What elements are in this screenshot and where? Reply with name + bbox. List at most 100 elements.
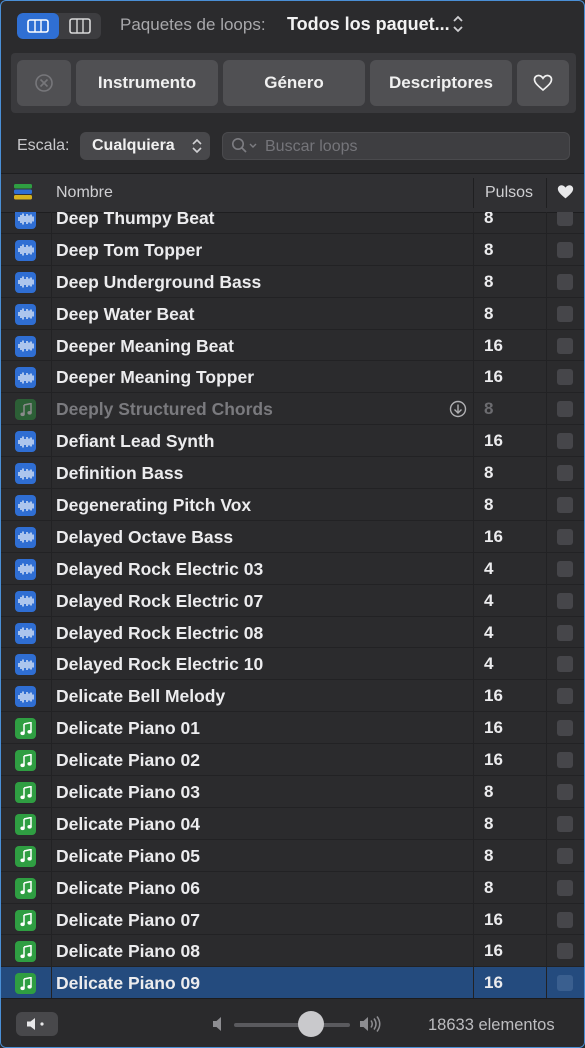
loop-row[interactable]: Deeper Meaning Topper 16 bbox=[1, 361, 584, 394]
loop-row[interactable]: Delayed Rock Electric 10 4 bbox=[1, 648, 584, 681]
column-divider bbox=[473, 178, 474, 208]
loop-beats: 16 bbox=[484, 718, 503, 738]
genre-filter-button[interactable]: Género bbox=[223, 60, 365, 106]
favorite-checkbox[interactable] bbox=[557, 975, 573, 992]
loop-beats: 8 bbox=[484, 813, 494, 833]
favorites-filter-button[interactable] bbox=[517, 60, 569, 106]
loop-row[interactable]: Deep Underground Bass 8 bbox=[1, 266, 584, 298]
heart-icon[interactable] bbox=[557, 184, 574, 200]
loop-beats: 16 bbox=[484, 526, 503, 546]
loop-row[interactable]: Degenerating Pitch Vox 8 bbox=[1, 489, 584, 521]
favorite-checkbox[interactable] bbox=[557, 656, 573, 673]
loop-row[interactable]: Deep Water Beat 8 bbox=[1, 298, 584, 330]
loop-beats: 4 bbox=[484, 590, 494, 610]
favorite-checkbox[interactable] bbox=[557, 212, 573, 226]
favorite-checkbox[interactable] bbox=[557, 752, 573, 769]
loop-browser-panel: Paquetes de loops: Todos los paquet... I… bbox=[0, 0, 585, 1048]
loop-name: Deep Water Beat bbox=[56, 303, 195, 324]
reset-filters-button[interactable] bbox=[17, 60, 71, 106]
favorite-checkbox[interactable] bbox=[557, 401, 573, 418]
favorite-checkbox[interactable] bbox=[557, 433, 573, 450]
view-toggle bbox=[17, 13, 101, 39]
loop-row[interactable]: Delicate Piano 08 16 bbox=[1, 935, 584, 968]
reset-icon bbox=[35, 74, 53, 92]
audio-loop-icon bbox=[15, 558, 36, 580]
single-column-view-button[interactable] bbox=[17, 13, 59, 39]
favorite-checkbox[interactable] bbox=[557, 911, 573, 928]
loop-row[interactable]: Delicate Piano 03 8 bbox=[1, 776, 584, 808]
preview-speaker-button[interactable] bbox=[16, 1012, 58, 1036]
loop-row[interactable]: Delayed Octave Bass 16 bbox=[1, 521, 584, 553]
favorite-checkbox[interactable] bbox=[557, 624, 573, 641]
search-icon[interactable] bbox=[231, 137, 261, 155]
filter-bar: Instrumento Género Descriptores bbox=[11, 53, 576, 113]
loop-row[interactable]: Delicate Piano 09 16 bbox=[1, 967, 584, 998]
download-icon[interactable] bbox=[449, 400, 467, 423]
loop-row[interactable]: Delicate Piano 01 16 bbox=[1, 712, 584, 745]
midi-loop-icon bbox=[15, 973, 36, 995]
loop-beats: 16 bbox=[484, 335, 503, 355]
column-divider bbox=[546, 212, 547, 998]
loop-beats: 16 bbox=[484, 909, 503, 929]
loop-type-column-icon[interactable] bbox=[14, 184, 32, 200]
beats-column-header[interactable]: Pulsos bbox=[485, 184, 533, 202]
name-column-header[interactable]: Nombre bbox=[56, 184, 113, 202]
favorite-checkbox[interactable] bbox=[557, 879, 573, 896]
favorite-checkbox[interactable] bbox=[557, 528, 573, 545]
loop-row[interactable]: Delicate Bell Melody 16 bbox=[1, 680, 584, 713]
favorite-checkbox[interactable] bbox=[557, 465, 573, 482]
loop-row[interactable]: Deep Thumpy Beat 8 bbox=[1, 212, 584, 234]
audio-loop-icon bbox=[15, 463, 36, 485]
loop-row[interactable]: Delayed Rock Electric 07 4 bbox=[1, 585, 584, 617]
search-field[interactable] bbox=[222, 132, 570, 160]
loop-name: Deep Underground Bass bbox=[56, 271, 262, 292]
midi-loop-icon bbox=[15, 813, 36, 835]
loop-row[interactable]: Deep Tom Topper 8 bbox=[1, 234, 584, 266]
favorite-checkbox[interactable] bbox=[557, 784, 573, 801]
favorite-checkbox[interactable] bbox=[557, 369, 573, 386]
favorite-checkbox[interactable] bbox=[557, 943, 573, 960]
loop-row[interactable]: Delayed Rock Electric 08 4 bbox=[1, 617, 584, 649]
loop-list[interactable]: Deep Thumpy Beat 8 Deep Tom Topper 8 Deep Un… bbox=[1, 212, 584, 998]
columns-view-button[interactable] bbox=[59, 13, 101, 39]
audio-loop-icon bbox=[15, 431, 36, 453]
loop-packs-popup[interactable]: Todos los paquet... bbox=[287, 14, 450, 35]
item-count: 18633 elementos bbox=[428, 1016, 555, 1034]
loop-row[interactable]: Defiant Lead Synth 16 bbox=[1, 425, 584, 458]
favorite-checkbox[interactable] bbox=[557, 592, 573, 609]
loop-beats: 16 bbox=[484, 367, 503, 387]
scale-popup[interactable]: Cualquiera bbox=[80, 132, 210, 160]
up-down-chevron-icon[interactable] bbox=[451, 13, 465, 35]
loop-row[interactable]: Delicate Piano 02 16 bbox=[1, 744, 584, 777]
favorite-checkbox[interactable] bbox=[557, 720, 573, 737]
favorite-checkbox[interactable] bbox=[557, 305, 573, 322]
loop-row[interactable]: Deeper Meaning Beat 16 bbox=[1, 330, 584, 362]
favorite-checkbox[interactable] bbox=[557, 337, 573, 354]
loop-name: Delicate Piano 08 bbox=[56, 941, 200, 962]
favorite-checkbox[interactable] bbox=[557, 273, 573, 290]
loop-row[interactable]: Delicate Piano 07 16 bbox=[1, 904, 584, 936]
loop-name: Deeper Meaning Beat bbox=[56, 335, 234, 356]
loop-row[interactable]: Delicate Piano 06 8 bbox=[1, 872, 584, 904]
loop-row[interactable]: Delicate Piano 05 8 bbox=[1, 840, 584, 872]
instrument-filter-button[interactable]: Instrumento bbox=[76, 60, 218, 106]
favorite-checkbox[interactable] bbox=[557, 560, 573, 577]
loop-beats: 16 bbox=[484, 686, 503, 706]
loop-row[interactable]: Delayed Rock Electric 03 4 bbox=[1, 553, 584, 585]
audio-loop-icon bbox=[15, 212, 36, 229]
favorite-checkbox[interactable] bbox=[557, 241, 573, 258]
loop-name: Delicate Piano 01 bbox=[56, 718, 200, 739]
loop-row[interactable]: Delicate Piano 04 8 bbox=[1, 808, 584, 840]
loop-name: Defiant Lead Synth bbox=[56, 431, 215, 452]
favorite-checkbox[interactable] bbox=[557, 847, 573, 864]
favorite-checkbox[interactable] bbox=[557, 815, 573, 832]
favorite-checkbox[interactable] bbox=[557, 497, 573, 514]
loop-name: Delayed Rock Electric 08 bbox=[56, 622, 264, 643]
search-input[interactable] bbox=[263, 136, 557, 158]
volume-slider-knob[interactable] bbox=[297, 1011, 324, 1037]
descriptors-filter-button[interactable]: Descriptores bbox=[370, 60, 512, 106]
volume-slider-track[interactable] bbox=[234, 1023, 350, 1027]
favorite-checkbox[interactable] bbox=[557, 688, 573, 705]
loop-row[interactable]: Definition Bass 8 bbox=[1, 457, 584, 490]
loop-row[interactable]: Deeply Structured Chords 8 bbox=[1, 393, 584, 426]
